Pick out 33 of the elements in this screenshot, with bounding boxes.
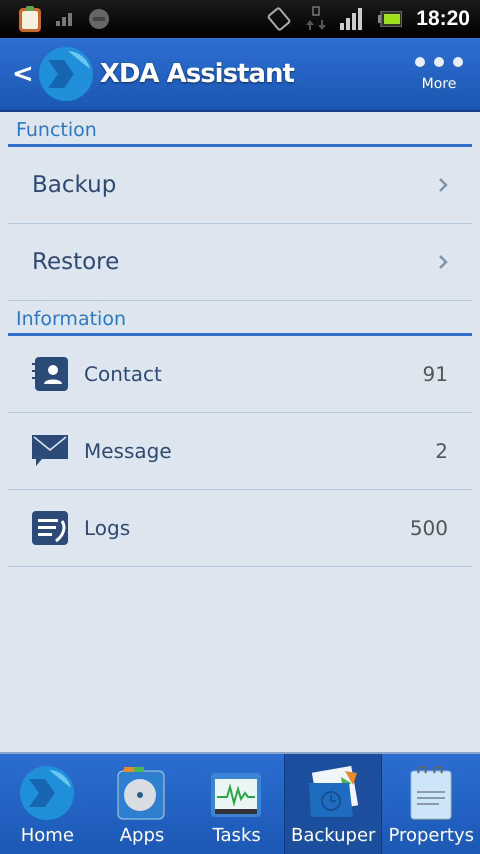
app-title: XDA Assistant — [100, 59, 294, 89]
tab[interactable]: Home — [0, 754, 95, 854]
clock-time: 18:20 — [416, 7, 470, 31]
circle-icon — [88, 8, 110, 30]
tab[interactable]: Propertys — [382, 754, 480, 854]
chevron-icon — [438, 177, 448, 193]
more-button[interactable]: More — [414, 56, 464, 92]
section-header: Function — [8, 112, 472, 147]
item-count: 91 — [422, 362, 448, 386]
item-label: Contact — [84, 362, 163, 386]
item-count: 2 — [435, 439, 448, 463]
rotate-icon — [266, 6, 292, 32]
menu-item[interactable]: Restore — [8, 224, 472, 301]
section-header: Information — [8, 301, 472, 336]
chevron-icon — [438, 254, 448, 270]
app-logo-icon — [38, 46, 94, 102]
tab[interactable]: Apps — [94, 754, 190, 854]
item-count: 500 — [410, 516, 448, 540]
signal-icon — [56, 12, 74, 26]
list-phone-icon — [32, 511, 68, 545]
tab[interactable]: Tasks — [189, 754, 284, 854]
tab[interactable]: Backuper — [284, 754, 382, 854]
clipboard-icon — [18, 5, 42, 33]
battery-icon — [378, 11, 402, 27]
dots-icon — [414, 56, 464, 68]
item-label: Logs — [84, 516, 132, 540]
contact-book-icon — [32, 357, 68, 391]
back-button[interactable]: < — [8, 59, 38, 89]
logo-icon — [19, 765, 76, 821]
menu-item[interactable]: Backup — [8, 147, 472, 224]
item-label: Message — [84, 439, 173, 463]
data-arrows-icon — [306, 6, 326, 32]
signal-icon — [340, 8, 364, 30]
